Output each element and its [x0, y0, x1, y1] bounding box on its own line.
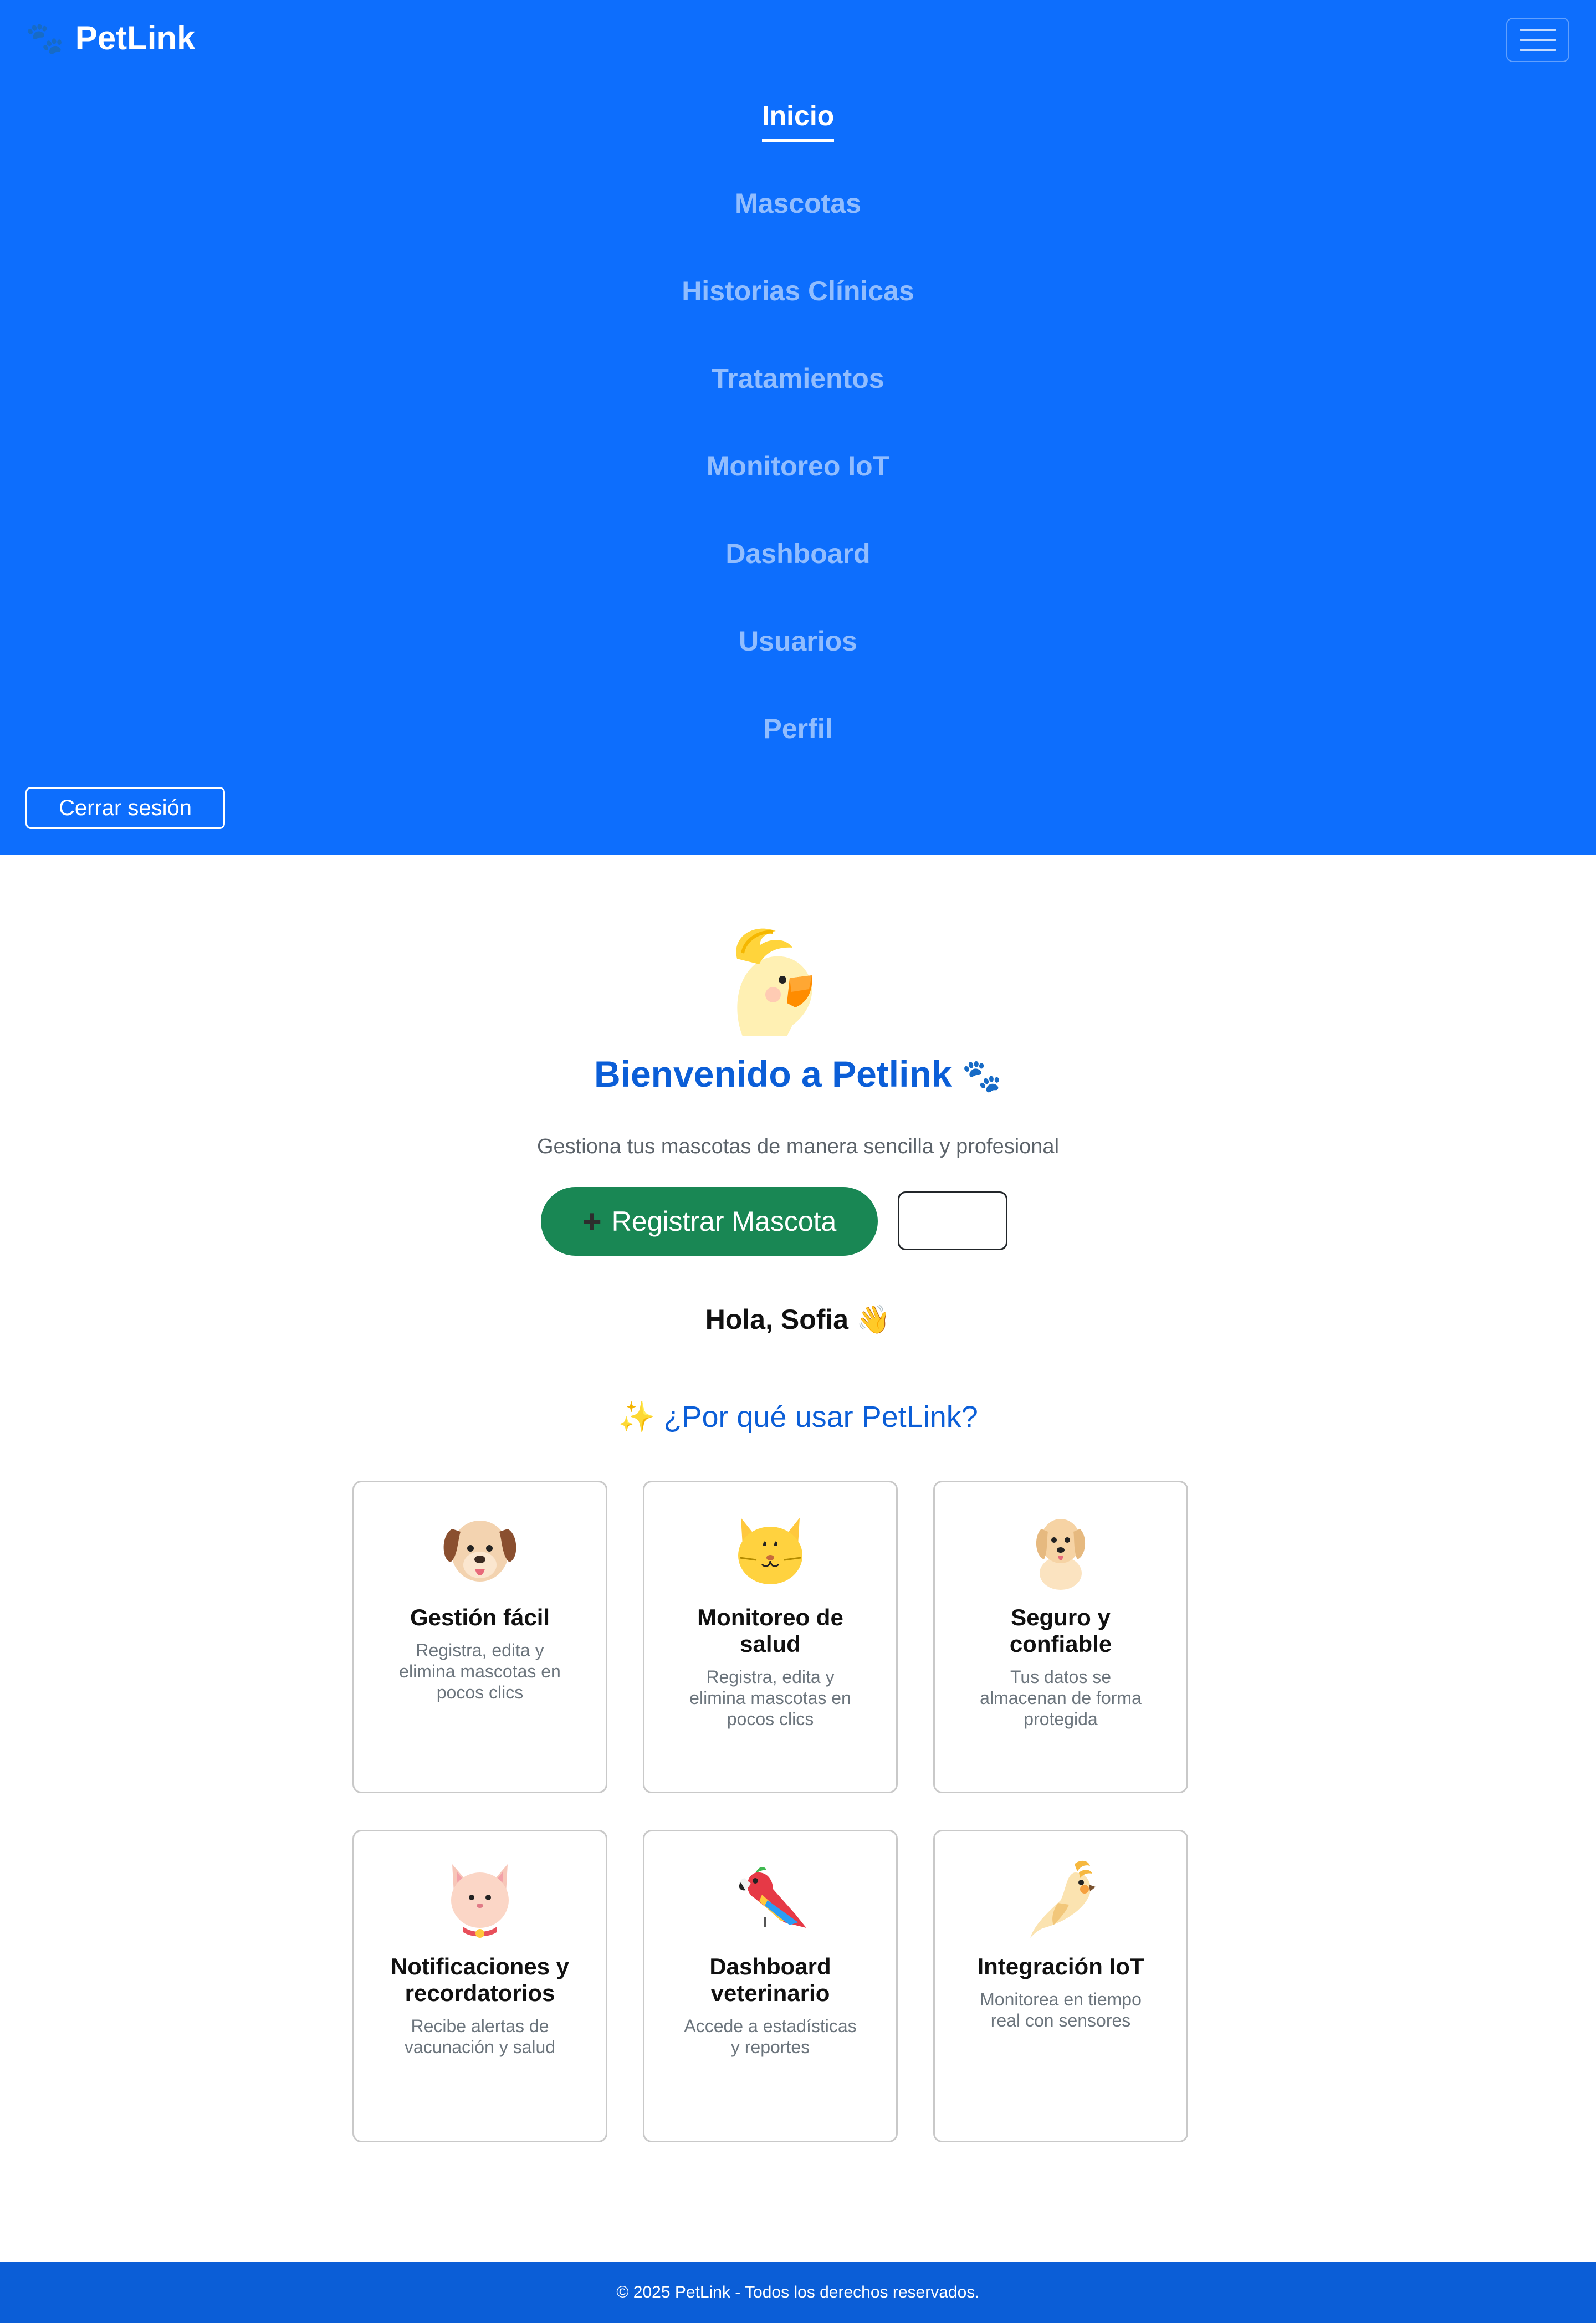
hamburger-line [1520, 49, 1556, 51]
nav-item-monitoreo: Monitoreo IoT [0, 444, 1596, 532]
feature-card-text: Registra, edita y elimina mascotas en po… [689, 1667, 851, 1729]
nav-link-dashboard[interactable]: Dashboard [725, 532, 870, 570]
feature-card-title: Notificaciones y recordatorios [390, 1953, 570, 2006]
golden-dog-icon [1036, 1519, 1086, 1590]
hamburger-line [1520, 39, 1556, 41]
feature-card-text: Recibe alertas de vacunación y salud [404, 2016, 556, 2057]
hero-subtitle: Gestiona tus mascotas de manera sencilla… [536, 1135, 1060, 1158]
nav-item-mascotas: Mascotas [0, 182, 1596, 269]
nav-item-dashboard: Dashboard [0, 532, 1596, 620]
footer-text: © 2025 PetLink - Todos los derechos rese… [616, 2283, 980, 2301]
dog-icon [443, 1521, 516, 1582]
feature-card-text: Tus datos se almacenan de forma protegid… [980, 1667, 1142, 1729]
feature-card-title: Monitoreo de salud [697, 1604, 843, 1657]
feature-card-dashboard: Dashboard veterinario Accede a estadísti… [643, 1830, 898, 2142]
nav-link-historias-clinicas[interactable]: Historias Clínicas [682, 269, 914, 307]
paw-icon: 🐾 [25, 20, 64, 55]
feature-card-title: Dashboard veterinario [709, 1953, 831, 2006]
nav-link-monitoreo-iot[interactable]: Monitoreo IoT [707, 444, 890, 482]
footer: © 2025 PetLink - Todos los derechos rese… [0, 2262, 1596, 2323]
brand[interactable]: 🐾 PetLink [25, 19, 195, 57]
nav-item-inicio: Inicio [0, 94, 1596, 182]
logout-button[interactable]: Cerrar sesión [25, 787, 225, 829]
feature-card-title: Seguro y confiable [1009, 1604, 1112, 1657]
nav-item-usuarios: Usuarios [0, 620, 1596, 707]
parrot-icon [739, 1867, 806, 1928]
nav-menu: Inicio Mascotas Historias Clínicas Trata… [0, 94, 1596, 795]
feature-card-gestion: Gestión fácil Registra, edita y elimina … [352, 1481, 607, 1793]
secondary-button[interactable] [898, 1191, 1007, 1250]
cockatoo-icon [720, 920, 815, 1036]
user-greeting: Hola, Sofia 👋 [705, 1304, 891, 1335]
plus-icon: + [582, 1203, 602, 1240]
nav-item-historias: Historias Clínicas [0, 269, 1596, 357]
register-pet-label: Registrar Mascota [611, 1206, 837, 1237]
cockatiel-icon [1030, 1860, 1096, 1938]
menu-toggle-button[interactable] [1506, 18, 1569, 62]
feature-card-title: Gestión fácil [410, 1604, 550, 1630]
page: 🐾 PetLink Inicio Mascotas Historias Clín… [0, 0, 1596, 2323]
features-title: ✨ ¿Por qué usar PetLink? [618, 1400, 978, 1434]
feature-card-text: Accede a estadísticas y reportes [684, 2016, 857, 2057]
nav-link-perfil[interactable]: Perfil [763, 707, 832, 745]
feature-card-notificaciones: Notificaciones y recordatorios Recibe al… [352, 1830, 607, 2142]
register-pet-button[interactable]: + Registrar Mascota [541, 1187, 878, 1256]
feature-card-seguro: Seguro y confiable Tus datos se almacena… [933, 1481, 1188, 1793]
feature-card-title: Integración IoT [977, 1953, 1144, 1979]
hero-title: Bienvenido a Petlink 🐾 [0, 1053, 1596, 1095]
nav-link-usuarios[interactable]: Usuarios [739, 620, 857, 657]
nav-link-inicio[interactable]: Inicio [761, 94, 835, 142]
paw-icon: 🐾 [961, 1058, 1002, 1094]
feature-card-monitoreo: Monitoreo de salud Registra, edita y eli… [643, 1481, 898, 1793]
pink-cat-icon [451, 1864, 509, 1938]
brand-name: PetLink [75, 19, 196, 57]
feature-card-text: Registra, edita y elimina mascotas en po… [399, 1640, 561, 1702]
nav-link-tratamientos[interactable]: Tratamientos [712, 357, 884, 395]
navbar: 🐾 PetLink Inicio Mascotas Historias Clín… [0, 0, 1596, 855]
feature-card-text: Monitorea en tiempo real con sensores [980, 1989, 1142, 2030]
cat-icon [738, 1518, 802, 1584]
nav-item-tratamientos: Tratamientos [0, 357, 1596, 444]
hero-title-text: Bienvenido a Petlink [594, 1053, 952, 1094]
nav-link-mascotas[interactable]: Mascotas [735, 182, 861, 219]
feature-card-iot: Integración IoT Monitorea en tiempo real… [933, 1830, 1188, 2142]
hamburger-line [1520, 29, 1556, 31]
nav-item-perfil: Perfil [0, 707, 1596, 795]
